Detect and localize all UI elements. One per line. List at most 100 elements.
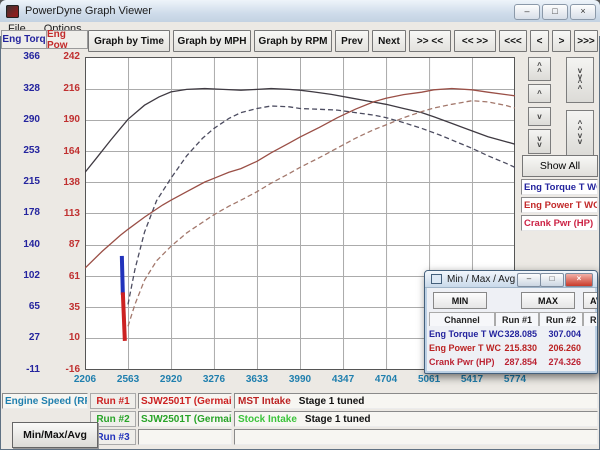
toolbar-button-7[interactable]: <<< [499,30,527,52]
tick-label: 4704 [364,374,408,385]
run-desc-field-3[interactable] [234,429,598,445]
tick-label: 4347 [321,374,365,385]
toolbar-button-2[interactable]: Graph by RPM [254,30,332,52]
minmax-column-header-2: Run #2 [539,312,583,326]
popup-icon [431,274,442,284]
minmax-cell-r0c2: 307.004 [539,329,581,343]
tick-label: 164 [44,146,80,157]
tick-label: 87 [44,239,80,250]
tab-eng-torq[interactable]: Eng Torq [1,30,47,49]
title-bar: PowerDyne Graph Viewer – □ × [0,0,600,23]
app-icon [6,5,19,18]
popup-close-button[interactable]: × [565,273,593,287]
min-button[interactable]: MIN [433,292,487,309]
minmax-cell-r1c1: 215.830 [495,343,537,357]
legend-item-2[interactable]: Crank Pwr (HP) [521,215,598,231]
run-desc-field-2[interactable]: Stock Intake Stage 1 tuned [234,411,598,427]
popup-minimize-button[interactable]: – [517,273,541,287]
minmax-cell-r0c0: Eng Torque T WC [429,329,493,343]
minmax-column-header-3: Run #3 [583,312,598,326]
run-desc-highlight-1: MST Intake [238,396,291,407]
tick-label: 253 [0,145,40,156]
vzoom-small-button-3[interactable]: v v [528,129,551,154]
run-start-marker-1 [123,292,125,341]
vzoom-tall-button-1[interactable]: ^ ^ v v [566,110,594,156]
toolbar-button-4[interactable]: Next [372,30,406,52]
tick-label: 65 [0,301,40,312]
minmax-cell-r2c1: 287.854 [495,357,537,371]
avg-button[interactable]: AVG [583,292,598,309]
tick-label: 366 [0,51,40,62]
run-desc-highlight-2: Stock Intake [238,414,297,425]
minmax-column-header-1: Run #1 [495,312,539,326]
tick-label: 2206 [63,374,107,385]
tick-label: 5417 [450,374,494,385]
app-window: PowerDyne Graph Viewer – □ × FileOptions… [0,0,600,450]
tick-label: 5061 [407,374,451,385]
minmax-avg-button[interactable]: Min/Max/Avg [12,422,98,448]
run-desc-field-1[interactable]: MST Intake Stage 1 tuned [234,393,598,409]
toolbar-button-3[interactable]: Prev [335,30,369,52]
run-name-field-1[interactable]: SJW2501T (Germaine [138,393,232,409]
vzoom-small-button-1[interactable]: ^ [528,84,551,103]
toolbar-button-8[interactable]: < [530,30,549,52]
tick-label: 3276 [192,374,236,385]
tick-label: 5774 [493,374,537,385]
tick-label: -11 [0,364,40,375]
tick-label: 10 [44,332,80,343]
tick-label: 3633 [235,374,279,385]
tick-label: 140 [0,239,40,250]
tick-label: 102 [0,270,40,281]
tick-label: 190 [44,114,80,125]
tab-eng-pow[interactable]: Eng Pow [46,30,88,49]
legend-item-0[interactable]: Eng Torque T WC [521,179,598,195]
toolbar-button-0[interactable]: Graph by Time [88,30,170,52]
tick-label: 216 [44,83,80,94]
toolbar-button-1[interactable]: Graph by MPH [173,30,251,52]
tick-label: 328 [0,83,40,94]
vzoom-small-button-2[interactable]: v [528,107,551,126]
tick-label: 3990 [278,374,322,385]
tick-label: 2920 [149,374,193,385]
minmax-column-header-0: Channel [429,312,495,326]
window-title: PowerDyne Graph Viewer [25,5,152,17]
minmax-cell-r2c2: 274.326 [539,357,581,371]
x-channel-box: Engine Speed (RPM) [2,393,88,409]
toolbar: Graph by TimeGraph by MPHGraph by RPMPre… [88,30,598,52]
tick-label: 113 [44,208,80,219]
run-name-field-3[interactable] [138,429,232,445]
run-name-field-2[interactable]: SJW2501T (Germaine [138,411,232,427]
tick-label: 61 [44,271,80,282]
minmax-cell-r1c0: Eng Power T WC [429,343,493,357]
legend-item-1[interactable]: Eng Power T WC [521,197,598,213]
maximize-button[interactable]: □ [542,4,568,20]
tick-label: 290 [0,114,40,125]
minmax-cell-r2c0: Crank Pwr (HP) [429,357,493,371]
popup-maximize-button[interactable]: □ [540,273,564,287]
toolbar-button-5[interactable]: >> << [409,30,451,52]
tick-label: 242 [44,51,80,62]
popup-title-bar: Min / Max / Avg Values – □ × [425,271,597,288]
toolbar-button-9[interactable]: > [552,30,571,52]
toolbar-button-6[interactable]: << >> [454,30,496,52]
minmax-popup: Min / Max / Avg Values – □ × MIN MAX AVG… [424,270,598,374]
tick-label: 178 [0,207,40,218]
tick-label: 2563 [106,374,150,385]
toolbar-button-10[interactable]: >>> [574,30,598,52]
max-button[interactable]: MAX [521,292,575,309]
run-start-marker-0 [122,256,123,295]
tick-label: 27 [0,332,40,343]
run-desc-text-1: Stage 1 tuned [299,396,365,407]
close-button[interactable]: × [570,4,596,20]
vzoom-tall-button-0[interactable]: v v ^ ^ [566,57,594,103]
tick-label: 138 [44,177,80,188]
run-desc-text-2: Stage 1 tuned [305,414,371,425]
minimize-button[interactable]: – [514,4,540,20]
tick-label: 215 [0,176,40,187]
tick-label: 35 [44,302,80,313]
show-all-button[interactable]: Show All [522,155,598,177]
run-label-1: Run #1 [90,393,136,409]
minmax-cell-r0c1: 328.085 [495,329,537,343]
minmax-cell-r1c2: 206.260 [539,343,581,357]
vzoom-small-button-0[interactable]: ^ ^ [528,57,551,81]
